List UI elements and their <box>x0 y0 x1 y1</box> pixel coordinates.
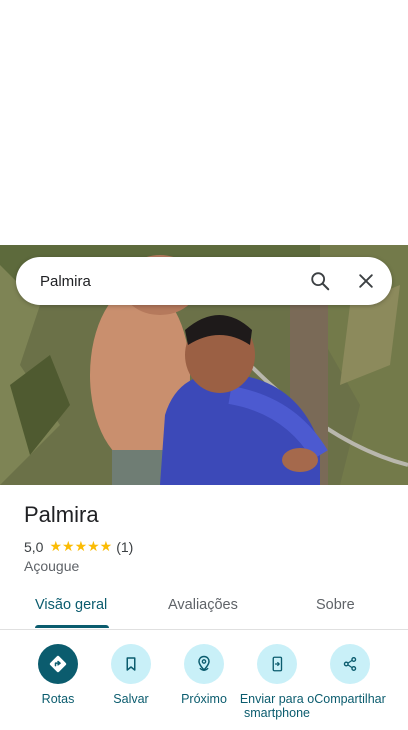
directions-button[interactable]: Rotas <box>20 644 96 706</box>
rating-value: 5,0 <box>24 538 44 555</box>
nearby-icon <box>184 644 224 684</box>
tab-reviews[interactable]: Avaliações <box>168 597 238 613</box>
directions-label: Rotas <box>41 692 75 706</box>
tab-about[interactable]: Sobre <box>316 597 355 613</box>
save-label: Salvar <box>113 692 149 706</box>
send-to-phone-button[interactable]: Enviar para o smartphone <box>239 644 315 720</box>
nearby-label: Próximo <box>181 692 227 706</box>
search-icon[interactable] <box>300 261 340 301</box>
action-buttons: Rotas Salvar Próximo Enviar para o smart… <box>0 644 408 730</box>
nearby-button[interactable]: Próximo <box>166 644 242 706</box>
search-input[interactable]: Palmira <box>40 273 300 290</box>
bookmark-icon <box>111 644 151 684</box>
active-tab-indicator <box>35 625 109 628</box>
directions-icon <box>38 644 78 684</box>
review-count: (1) <box>116 538 134 555</box>
close-icon[interactable] <box>346 261 386 301</box>
tab-overview[interactable]: Visão geral <box>35 597 107 613</box>
share-label: Compartilhar <box>314 692 386 706</box>
place-category[interactable]: Açougue <box>24 558 79 574</box>
rating-stars: ★★★★★ <box>49 538 113 554</box>
rating-row[interactable]: 5,0 ★★★★★ (1) <box>24 538 133 555</box>
map-area[interactable] <box>0 0 408 245</box>
share-button[interactable]: Compartilhar <box>312 644 388 706</box>
share-icon <box>330 644 370 684</box>
place-page: Palmira Palmira 5,0 ★★★★★ (1) Açougue Vi… <box>0 0 408 730</box>
send-to-phone-label: Enviar para o smartphone <box>239 692 315 720</box>
tab-bar: Visão geral Avaliações Sobre <box>0 585 408 630</box>
search-bar[interactable]: Palmira <box>16 257 392 305</box>
save-button[interactable]: Salvar <box>93 644 169 706</box>
send-to-phone-icon <box>257 644 297 684</box>
place-title: Palmira <box>24 502 99 527</box>
